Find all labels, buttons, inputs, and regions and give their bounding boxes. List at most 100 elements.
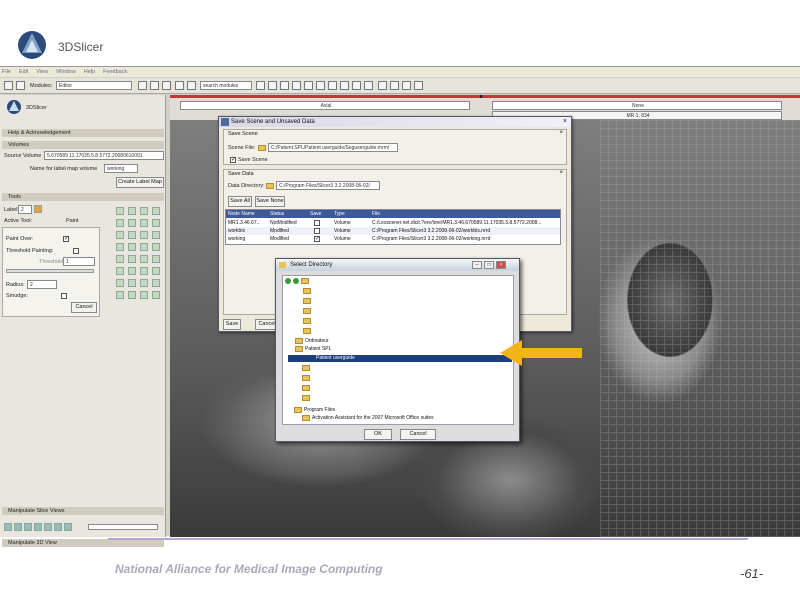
folder-icon[interactable] — [301, 278, 309, 284]
close-icon[interactable]: × — [496, 261, 506, 269]
next-module-icon[interactable] — [150, 81, 159, 90]
table-row[interactable]: workbis Modified Volume C:/Program Files… — [226, 227, 560, 235]
tool-icon[interactable] — [116, 291, 124, 299]
cancel-paint-button[interactable]: Cancel — [71, 302, 97, 313]
back-icon[interactable] — [285, 278, 291, 284]
menu-help[interactable]: Help — [84, 69, 95, 75]
tool-icon[interactable] — [140, 219, 148, 227]
close-icon[interactable]: × — [563, 118, 567, 125]
folder-icon[interactable] — [303, 308, 311, 314]
left-view-select[interactable]: Axial — [180, 101, 470, 110]
zoom-icon[interactable] — [414, 81, 423, 90]
tool-icon[interactable] — [116, 243, 124, 251]
layout-icon[interactable] — [328, 81, 337, 90]
folder-icon[interactable] — [302, 375, 310, 381]
slice-control-icon[interactable] — [14, 523, 22, 531]
tool-icon[interactable] — [128, 279, 136, 287]
tree-node-activation-assistant[interactable]: Activation Assistant for the 2007 Micros… — [312, 415, 434, 422]
tool-icon[interactable] — [128, 231, 136, 239]
row-save-checkbox[interactable] — [314, 228, 320, 234]
menu-window[interactable]: Window — [56, 69, 76, 75]
table-row[interactable]: working Modified Volume C:/Program Files… — [226, 235, 560, 243]
tree-node-patient-spl[interactable]: Patient SPL — [305, 346, 331, 353]
cancel-dir-button[interactable]: Cancel — [400, 429, 436, 440]
data-directory-input[interactable]: C:/Program Files/Slicer3 3.2.2008-06-02/ — [276, 181, 380, 190]
tool-icon[interactable] — [116, 231, 124, 239]
tree-node-patient-userguide[interactable]: Patient userguide — [316, 355, 355, 362]
right-view-select[interactable]: None — [492, 101, 782, 110]
layout-icon[interactable] — [352, 81, 361, 90]
save-button[interactable]: Save — [223, 319, 241, 330]
tool-icon[interactable] — [140, 291, 148, 299]
slice-control-icon[interactable] — [24, 523, 32, 531]
save-none-button[interactable]: Save None — [255, 196, 285, 207]
section-tools[interactable]: Tools — [2, 193, 164, 201]
menu-edit[interactable]: Edit — [19, 69, 28, 75]
save-scene-checkbox[interactable] — [230, 156, 236, 164]
layout-icon[interactable] — [268, 81, 277, 90]
table-row[interactable]: MR1.3.46.67.. NotModified Volume C:/Less… — [226, 219, 560, 227]
module-search-input[interactable]: search modules — [200, 81, 252, 90]
layout-icon[interactable] — [256, 81, 265, 90]
folder-icon[interactable] — [303, 298, 311, 304]
module-select[interactable]: Editor — [56, 81, 132, 90]
source-volume-select[interactable]: 5.670589 11.17035.5.8.5772.20080610091 — [44, 151, 164, 160]
tool-icon[interactable] — [152, 255, 160, 263]
col-type[interactable]: Type — [334, 210, 345, 218]
layout-icon[interactable] — [304, 81, 313, 90]
label-map-name-input[interactable]: working — [104, 164, 138, 173]
layout-icon[interactable] — [364, 81, 373, 90]
col-file[interactable]: File — [372, 210, 380, 218]
collapse-icon[interactable]: × — [559, 170, 563, 176]
tool-icon[interactable] — [116, 219, 124, 227]
layout-icon[interactable] — [340, 81, 349, 90]
folder-icon[interactable] — [303, 328, 311, 334]
tool-icon[interactable] — [128, 243, 136, 251]
tool-icon[interactable] — [116, 207, 124, 215]
folder-icon[interactable] — [258, 145, 266, 151]
tool-icon[interactable] — [116, 267, 124, 275]
section-manipulate-slice[interactable]: Manipulate Slice Views — [2, 507, 164, 515]
tool-icon[interactable] — [152, 219, 160, 227]
tool-icon[interactable] — [152, 291, 160, 299]
slice-control-icon[interactable] — [4, 523, 12, 531]
tool-icon[interactable] — [152, 279, 160, 287]
folder-icon[interactable] — [302, 385, 310, 391]
pick-icon[interactable] — [378, 81, 387, 90]
tool-icon[interactable] — [152, 243, 160, 251]
radius-input[interactable]: 2 — [27, 280, 57, 289]
tool-icon[interactable] — [116, 279, 124, 287]
folder-icon[interactable] — [302, 395, 310, 401]
slice-control-icon[interactable] — [34, 523, 42, 531]
scene-file-input[interactable]: C:/Patient SPL/Patient userguide/Seguser… — [268, 143, 398, 152]
menu-feedback[interactable]: Feedback — [103, 69, 127, 75]
computer-icon[interactable] — [295, 338, 303, 344]
create-label-map-button[interactable]: Create Label Map — [116, 177, 164, 188]
threshold-input[interactable]: 1 — [63, 257, 95, 266]
menu-view[interactable]: View — [36, 69, 48, 75]
folder-icon[interactable] — [266, 183, 274, 189]
col-status[interactable]: Status — [270, 210, 284, 218]
menu-file[interactable]: File — [2, 69, 11, 75]
col-save[interactable]: Save — [310, 210, 321, 218]
layout-icon[interactable] — [280, 81, 289, 90]
slice-control-icon[interactable] — [54, 523, 62, 531]
threshold-painting-checkbox[interactable] — [73, 248, 79, 254]
folder-icon[interactable] — [294, 407, 302, 413]
slice-control-icon[interactable] — [64, 523, 72, 531]
tool-icon[interactable] — [140, 267, 148, 275]
tree-node-ordinateur[interactable]: Ordinateur — [305, 338, 329, 345]
save-all-button[interactable]: Save All — [228, 196, 252, 207]
label-color-icon[interactable] — [34, 205, 42, 213]
folder-icon[interactable] — [302, 365, 310, 371]
col-node-name[interactable]: Node Name — [228, 210, 255, 218]
transform-icon[interactable] — [402, 81, 411, 90]
ok-button[interactable]: OK — [364, 429, 392, 440]
section-volumes[interactable]: Volumes — [2, 141, 164, 149]
tool-icon[interactable] — [140, 207, 148, 215]
row-save-checkbox[interactable] — [314, 235, 320, 243]
history-icon[interactable] — [162, 81, 171, 90]
folder-icon[interactable] — [303, 288, 311, 294]
tool-icon[interactable] — [152, 231, 160, 239]
maximize-icon[interactable]: □ — [484, 261, 494, 269]
